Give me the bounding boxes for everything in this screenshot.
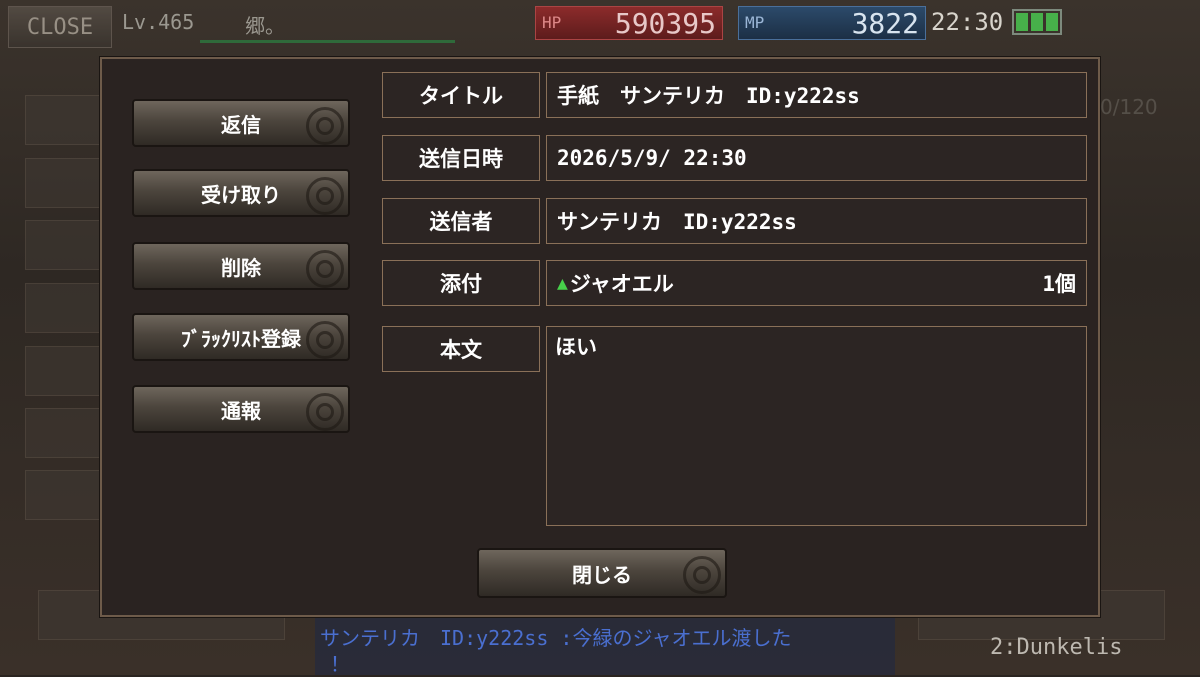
body-text: ほい: [546, 326, 1087, 526]
sender-label: 送信者: [382, 198, 540, 244]
reply-button[interactable]: 返信: [132, 99, 350, 147]
title-label: タイトル: [382, 72, 540, 118]
mp-value: 3822: [851, 7, 919, 40]
delete-label: 削除: [221, 255, 261, 280]
swirl-icon: [306, 393, 344, 431]
bg-mail-count: 0/120: [1100, 95, 1158, 119]
blacklist-label: ﾌﾞﾗｯｸﾘｽﾄ登録: [181, 326, 301, 351]
blacklist-button[interactable]: ﾌﾞﾗｯｸﾘｽﾄ登録: [132, 313, 350, 361]
date-label: 送信日時: [382, 135, 540, 181]
swirl-icon: [306, 107, 344, 145]
exp-bar: [200, 40, 455, 43]
receive-button[interactable]: 受け取り: [132, 169, 350, 217]
chat-channel: 2:Dunkelis: [990, 635, 1123, 660]
attachment-value: ▲ ジャオエル 1個: [546, 260, 1087, 306]
battery-icon: [1012, 9, 1062, 35]
sender-value: サンテリカ ID:y222ss: [546, 198, 1087, 244]
mp-label: MP: [745, 13, 765, 32]
player-name: 郷。: [245, 14, 285, 38]
date-value: 2026/5/9/ 22:30: [546, 135, 1087, 181]
report-label: 通報: [221, 398, 261, 423]
attachment-item-name: ジャオエル: [569, 272, 674, 296]
mp-gauge: MP 3822: [738, 6, 926, 40]
swirl-icon: [306, 321, 344, 359]
hp-gauge: HP 590395: [535, 6, 723, 40]
chat-message: サンテリカ ID:y222ss :今緑のジャオエル渡した: [320, 626, 792, 650]
mail-detail-dialog: 返信 受け取り 削除 ﾌﾞﾗｯｸﾘｽﾄ登録 通報 タイトル 手紙 サンテリカ I…: [100, 57, 1100, 617]
receive-label: 受け取り: [201, 182, 281, 207]
close-dialog-button[interactable]: 閉じる: [477, 548, 727, 598]
report-button[interactable]: 通報: [132, 385, 350, 433]
body-label: 本文: [382, 326, 540, 372]
swirl-icon: [306, 250, 344, 288]
reply-label: 返信: [221, 112, 261, 137]
attachment-label: 添付: [382, 260, 540, 306]
attachment-quantity: 1個: [1042, 272, 1076, 296]
player-level: Lv.465: [122, 10, 195, 34]
clock: 22:30: [931, 8, 1004, 36]
chat-message-cont: ！: [330, 652, 350, 676]
close-button[interactable]: CLOSE: [8, 6, 112, 48]
swirl-icon: [683, 556, 721, 594]
hp-label: HP: [542, 13, 562, 32]
swirl-icon: [306, 177, 344, 215]
close-dialog-label: 閉じる: [572, 562, 632, 587]
hp-value: 590395: [614, 7, 716, 40]
rarity-triangle-icon: ▲: [557, 272, 568, 294]
title-value: 手紙 サンテリカ ID:y222ss: [546, 72, 1087, 118]
delete-button[interactable]: 削除: [132, 242, 350, 290]
top-hud: CLOSE Lv.465 郷。 HP 590395 MP 3822 22:30: [0, 0, 1200, 48]
